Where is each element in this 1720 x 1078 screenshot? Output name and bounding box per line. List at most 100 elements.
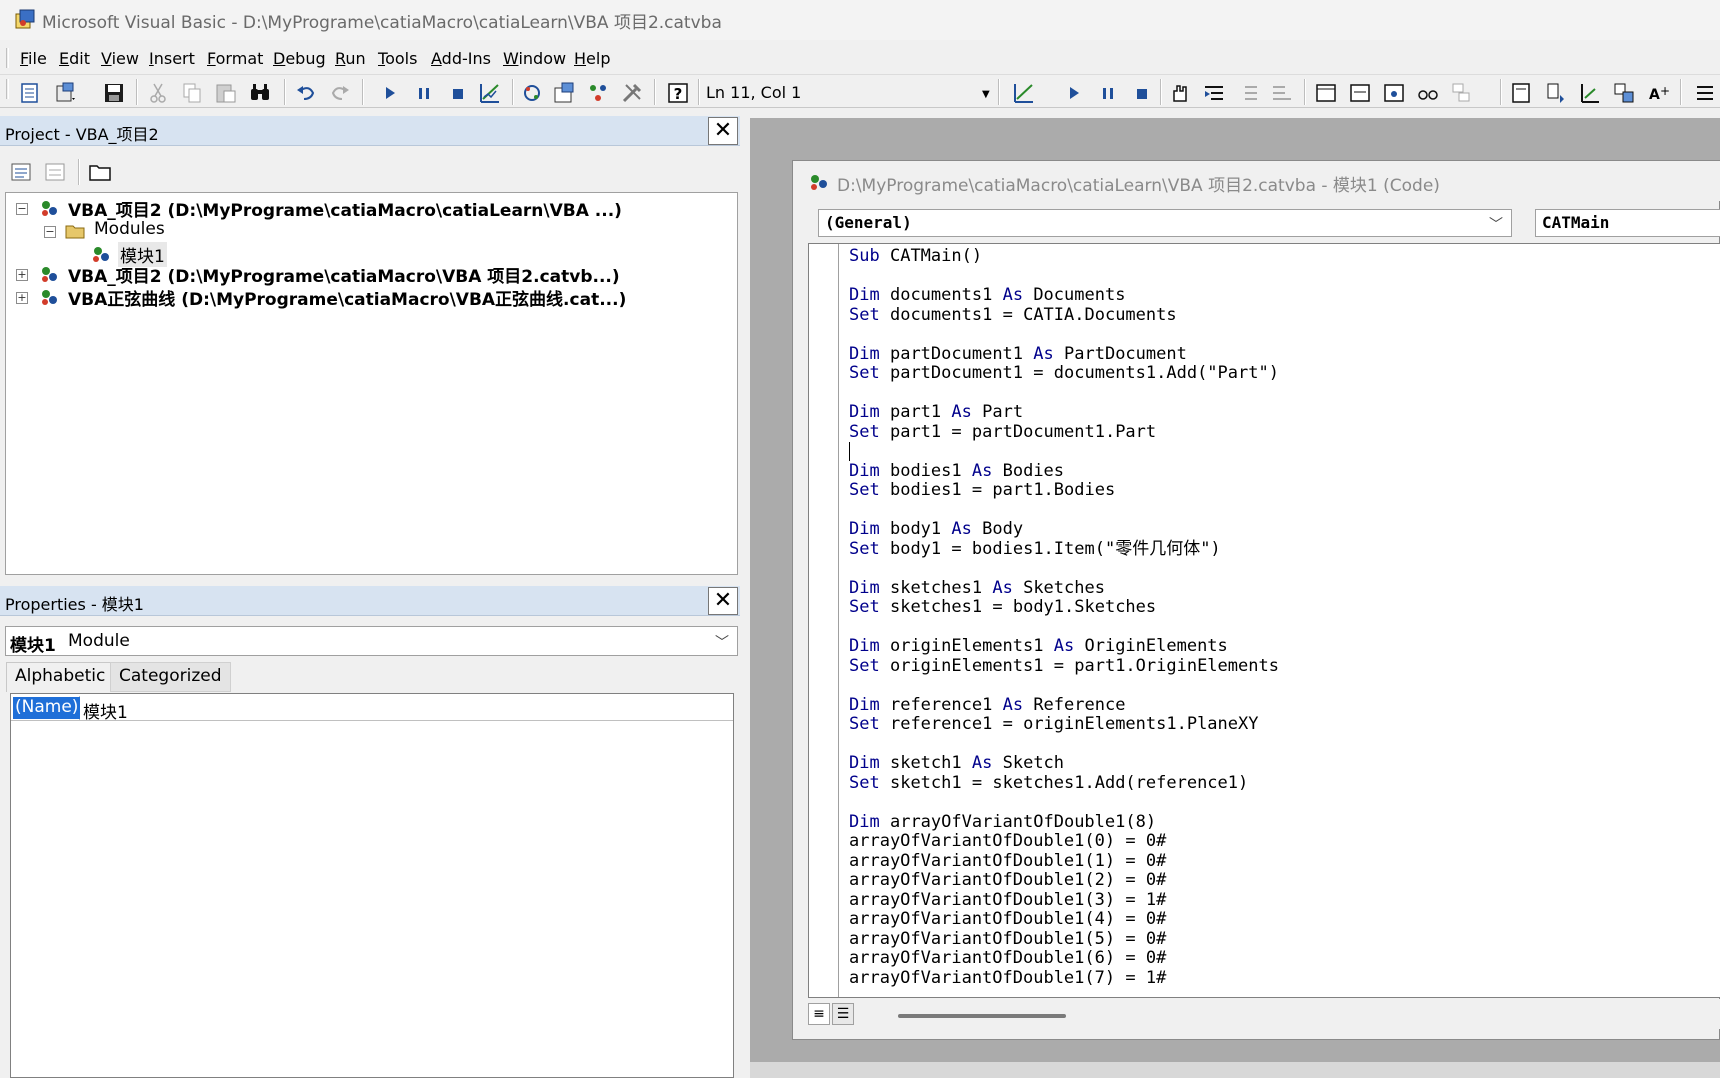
code-line[interactable]: Set reference1 = originElements1.PlaneXY <box>849 714 1279 735</box>
mdi-scrollbar[interactable] <box>750 1062 1720 1078</box>
call-stack-icon[interactable] <box>1450 81 1474 105</box>
code-text[interactable]: Sub CATMain() Dim documents1 As Document… <box>849 246 1279 989</box>
toggle-folders-icon[interactable] <box>88 161 112 183</box>
code-line[interactable]: Set documents1 = CATIA.Documents <box>849 305 1279 326</box>
code-line[interactable]: Dim sketch1 As Sketch <box>849 753 1279 774</box>
menu-run[interactable]: Run <box>335 49 366 68</box>
procedure-view-button[interactable]: ≡ <box>808 1003 830 1025</box>
tree-node-modules[interactable]: Modules <box>94 219 165 239</box>
menu-help[interactable]: Help <box>574 49 610 68</box>
find-icon[interactable] <box>248 81 272 105</box>
view-object-icon-2[interactable] <box>44 161 66 183</box>
close-properties-panel-button[interactable]: ✕ <box>708 587 738 615</box>
code-line[interactable]: Dim body1 As Body <box>849 519 1279 540</box>
full-module-view-button[interactable]: ☰ <box>832 1003 854 1025</box>
collapse-icon[interactable]: − <box>16 203 28 215</box>
code-line[interactable]: arrayOfVariantOfDouble1(1) = 0# <box>849 851 1279 872</box>
tab-alphabetic[interactable]: Alphabetic <box>6 662 115 692</box>
tree-node-project-2[interactable]: VBA_项目2 (D:\MyPrograme\catiaMacro\VBA 项目… <box>68 262 620 287</box>
code-line[interactable] <box>849 559 1279 579</box>
help-icon[interactable]: ? <box>666 81 690 105</box>
object-browser-icon[interactable] <box>586 81 610 105</box>
undo-icon[interactable] <box>294 81 318 105</box>
design-mode-icon-2[interactable] <box>1012 81 1036 105</box>
quick-watch-icon[interactable] <box>1416 81 1440 105</box>
toggle-breakpoint-icon[interactable] <box>1168 81 1192 105</box>
save-icon[interactable] <box>102 81 126 105</box>
code-line[interactable] <box>849 325 1279 345</box>
code-line[interactable] <box>849 676 1279 696</box>
properties-window-icon[interactable] <box>552 81 576 105</box>
code-line[interactable] <box>849 735 1279 755</box>
code-line[interactable]: Set originElements1 = part1.OriginElemen… <box>849 656 1279 677</box>
run-icon-2[interactable] <box>1062 81 1086 105</box>
tree-node-project-1[interactable]: VBA_项目2 (D:\MyPrograme\catiaMacro\catiaL… <box>68 196 622 221</box>
code-line[interactable]: arrayOfVariantOfDouble1(3) = 1# <box>849 890 1279 911</box>
code-margin[interactable] <box>809 244 839 997</box>
close-project-panel-button[interactable]: ✕ <box>708 117 738 145</box>
code-line[interactable]: arrayOfVariantOfDouble1(5) = 0# <box>849 929 1279 950</box>
code-line[interactable] <box>849 267 1279 287</box>
insert-module-icon[interactable] <box>54 81 78 105</box>
paste-icon[interactable] <box>214 81 238 105</box>
copy-icon[interactable] <box>180 81 204 105</box>
step-out-icon[interactable] <box>1270 81 1294 105</box>
menu-file[interactable]: File <box>20 49 47 68</box>
menu-tools[interactable]: Tools <box>378 49 417 68</box>
project-explorer-icon[interactable] <box>520 81 544 105</box>
toolbar-dropdown-icon[interactable]: ▼ <box>982 89 990 100</box>
view-code-icon[interactable] <box>10 161 32 183</box>
bring-front-icon[interactable] <box>1544 81 1568 105</box>
cut-icon[interactable] <box>146 81 170 105</box>
expand-icon[interactable]: + <box>16 292 28 304</box>
code-line[interactable]: Dim bodies1 As Bodies <box>849 461 1279 482</box>
collapse-icon[interactable]: − <box>44 226 56 238</box>
menu-addins[interactable]: Add-Ins <box>431 49 491 68</box>
group-icon[interactable] <box>1612 81 1636 105</box>
object-combo[interactable]: (General) ﹀ <box>818 209 1512 237</box>
reset-icon[interactable] <box>446 81 470 105</box>
code-line[interactable]: arrayOfVariantOfDouble1(4) = 0# <box>849 909 1279 930</box>
code-line[interactable] <box>849 793 1279 813</box>
code-line[interactable]: Set part1 = partDocument1.Part <box>849 422 1279 443</box>
view-object-icon[interactable] <box>18 81 42 105</box>
menu-window[interactable]: Window <box>503 49 566 68</box>
property-value[interactable]: 模块1 <box>83 698 128 723</box>
redo-icon[interactable] <box>328 81 352 105</box>
code-line[interactable]: arrayOfVariantOfDouble1(0) = 0# <box>849 831 1279 852</box>
code-line[interactable]: Dim originElements1 As OriginElements <box>849 636 1279 657</box>
align-icon[interactable] <box>1578 81 1602 105</box>
code-line[interactable]: Set body1 = bodies1.Item("零件几何体") <box>849 539 1279 560</box>
code-line[interactable]: Set partDocument1 = documents1.Add("Part… <box>849 363 1279 384</box>
code-line[interactable]: Sub CATMain() <box>849 246 1279 267</box>
code-line[interactable]: arrayOfVariantOfDouble1(7) = 1# <box>849 968 1279 989</box>
procedure-combo[interactable]: CATMain <box>1535 209 1720 237</box>
tab-categorized[interactable]: Categorized <box>110 662 231 692</box>
code-line[interactable]: Set sketch1 = sketches1.Add(reference1) <box>849 773 1279 794</box>
design-mode-icon[interactable] <box>478 81 502 105</box>
code-line[interactable]: arrayOfVariantOfDouble1(6) = 0# <box>849 948 1279 969</box>
menu-view[interactable]: View <box>101 49 139 68</box>
break-icon[interactable] <box>412 81 436 105</box>
userform-icon[interactable] <box>1510 81 1534 105</box>
code-line[interactable]: Dim part1 As Part <box>849 402 1279 423</box>
font-size-icon[interactable]: A + <box>1646 81 1670 105</box>
step-into-icon[interactable] <box>1202 81 1226 105</box>
run-icon[interactable] <box>378 81 402 105</box>
properties-object-select[interactable]: 模块1 Module ﹀ <box>5 626 738 656</box>
code-line[interactable]: Dim sketches1 As Sketches <box>849 578 1279 599</box>
code-line[interactable] <box>849 618 1279 638</box>
code-line[interactable]: Dim reference1 As Reference <box>849 695 1279 716</box>
code-line[interactable]: Dim documents1 As Documents <box>849 285 1279 306</box>
break-icon-2[interactable] <box>1096 81 1120 105</box>
code-line[interactable]: Dim arrayOfVariantOfDouble1(8) <box>849 812 1279 833</box>
immediate-window-icon[interactable] <box>1348 81 1372 105</box>
step-over-icon[interactable] <box>1236 81 1260 105</box>
property-row[interactable]: (Name) 模块1 <box>11 696 733 723</box>
code-line[interactable]: arrayOfVariantOfDouble1(2) = 0# <box>849 870 1279 891</box>
horizontal-scrollbar-thumb[interactable] <box>898 1014 1066 1018</box>
menu-format[interactable]: Format <box>207 49 263 68</box>
code-line[interactable]: Set bodies1 = part1.Bodies <box>849 480 1279 501</box>
code-line[interactable] <box>849 384 1279 404</box>
menu-debug[interactable]: Debug <box>273 49 326 68</box>
